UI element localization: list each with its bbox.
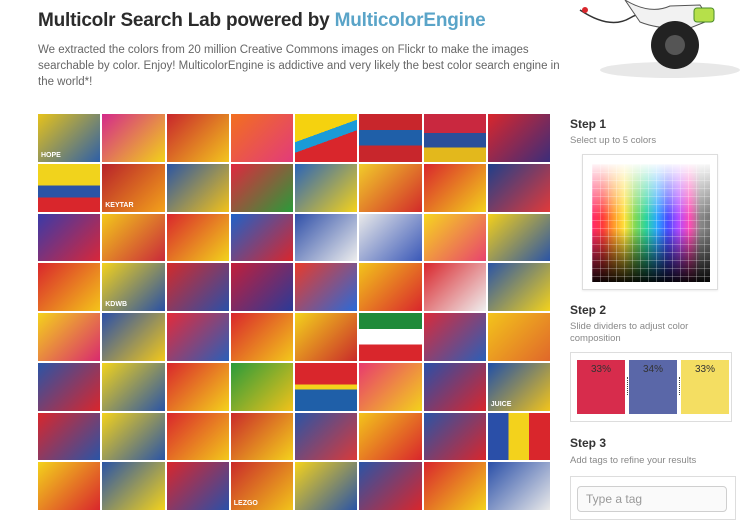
swatch-percent: 33% [590, 364, 611, 375]
image-thumbnail[interactable] [38, 163, 101, 212]
image-thumbnail[interactable] [38, 462, 101, 510]
image-thumbnail[interactable] [295, 313, 358, 361]
image-thumbnail[interactable] [102, 412, 165, 461]
step1-subtitle: Select up to 5 colors [570, 135, 657, 146]
image-thumbnail[interactable] [102, 213, 165, 262]
thumbnail-caption: LEZGO [233, 500, 258, 507]
image-thumbnail[interactable] [295, 114, 358, 162]
image-thumbnail[interactable] [359, 362, 422, 411]
thumbnail-caption: JUICE [490, 400, 512, 408]
color-swatch-red[interactable]: 33% [577, 360, 625, 414]
image-thumbnail[interactable] [423, 114, 486, 162]
image-thumbnail[interactable] [359, 462, 422, 510]
swatch-percent: 34% [642, 364, 663, 375]
step1-title: Step 1 [570, 117, 607, 131]
image-thumbnail[interactable] [230, 313, 293, 361]
image-thumbnail[interactable] [38, 362, 101, 411]
image-thumbnail[interactable] [423, 313, 486, 361]
image-thumbnail[interactable] [487, 462, 550, 510]
image-thumbnail[interactable]: KDWB [102, 263, 165, 311]
step3-title: Step 3 [570, 436, 607, 450]
image-thumbnail[interactable] [295, 163, 358, 212]
image-thumbnail[interactable] [487, 313, 550, 361]
image-thumbnail[interactable] [295, 213, 358, 262]
image-thumbnail[interactable] [487, 163, 550, 212]
image-thumbnail[interactable] [487, 263, 550, 311]
page-description: We extracted the colors from 20 million … [38, 44, 560, 88]
image-thumbnail[interactable] [166, 114, 229, 162]
image-thumbnail[interactable] [359, 114, 422, 162]
step2-title: Step 2 [570, 303, 607, 317]
step2-subtitle-line1: Slide dividers to adjust color [570, 321, 689, 332]
image-thumbnail[interactable] [295, 362, 358, 411]
thumbnail-caption: KDWB [105, 301, 128, 308]
color-composition-panel: 33% 34% 33% [570, 352, 732, 422]
image-thumbnail[interactable] [487, 412, 550, 461]
image-thumbnail[interactable] [487, 114, 550, 162]
image-thumbnail[interactable] [359, 313, 422, 361]
image-thumbnail[interactable]: JUICE [487, 362, 550, 411]
image-thumbnail[interactable] [359, 213, 422, 262]
image-thumbnail[interactable] [38, 412, 101, 461]
image-thumbnail[interactable] [102, 313, 165, 361]
image-thumbnail[interactable] [423, 163, 486, 212]
image-thumbnail[interactable] [359, 263, 422, 311]
mascot-illustration [579, 0, 740, 78]
image-thumbnail[interactable] [295, 462, 358, 510]
image-thumbnail[interactable] [423, 263, 486, 311]
image-thumbnail[interactable] [423, 412, 486, 461]
color-picker-panel [582, 154, 718, 290]
image-results-grid: HOPE KEYTAR KDWB JUICE LEZGO [38, 114, 550, 510]
image-thumbnail[interactable] [38, 313, 101, 361]
image-thumbnail[interactable]: HOPE [38, 114, 101, 162]
page-title: Multicolr Search Lab powered by Multicol… [38, 10, 486, 32]
thumbnail-caption: HOPE [41, 151, 61, 159]
color-swatch-blue[interactable]: 34% [629, 360, 677, 414]
image-thumbnail[interactable] [423, 213, 486, 262]
image-thumbnail[interactable] [295, 412, 358, 461]
image-thumbnail[interactable] [295, 263, 358, 311]
brand-link[interactable]: MulticolorEngine [335, 10, 486, 31]
image-thumbnail[interactable] [230, 362, 293, 411]
image-thumbnail[interactable] [230, 114, 293, 162]
image-thumbnail[interactable] [359, 412, 422, 461]
thumbnail-caption: KEYTAR [105, 201, 134, 209]
image-thumbnail[interactable] [38, 213, 101, 262]
image-thumbnail[interactable] [166, 263, 229, 311]
swatch-percent: 33% [694, 364, 715, 375]
image-thumbnail[interactable] [230, 263, 293, 311]
image-thumbnail[interactable] [166, 412, 229, 461]
image-thumbnail[interactable] [230, 412, 293, 461]
image-thumbnail[interactable] [487, 213, 550, 262]
image-thumbnail[interactable]: KEYTAR [102, 163, 165, 212]
image-thumbnail[interactable] [423, 362, 486, 411]
image-thumbnail[interactable] [38, 263, 101, 311]
color-swatch-yellow[interactable]: 33% [681, 360, 729, 414]
image-thumbnail[interactable] [423, 462, 486, 510]
image-thumbnail[interactable] [166, 462, 229, 510]
image-thumbnail[interactable] [102, 462, 165, 510]
image-thumbnail[interactable] [166, 163, 229, 212]
image-thumbnail[interactable] [102, 362, 165, 411]
title-prefix: Multicolr Search Lab powered by [38, 10, 335, 31]
image-thumbnail[interactable] [166, 362, 229, 411]
image-thumbnail[interactable] [230, 213, 293, 262]
tag-input[interactable] [577, 486, 727, 512]
image-thumbnail[interactable] [166, 213, 229, 262]
image-thumbnail[interactable] [102, 114, 165, 162]
image-thumbnail[interactable] [359, 163, 422, 212]
image-thumbnail[interactable] [166, 313, 229, 361]
step2-subtitle-line2: composition [570, 333, 621, 344]
image-thumbnail[interactable]: LEZGO [230, 462, 293, 510]
image-thumbnail[interactable] [230, 163, 293, 212]
color-palette-grid[interactable] [592, 164, 710, 282]
step3-subtitle: Add tags to refine your results [570, 455, 697, 466]
